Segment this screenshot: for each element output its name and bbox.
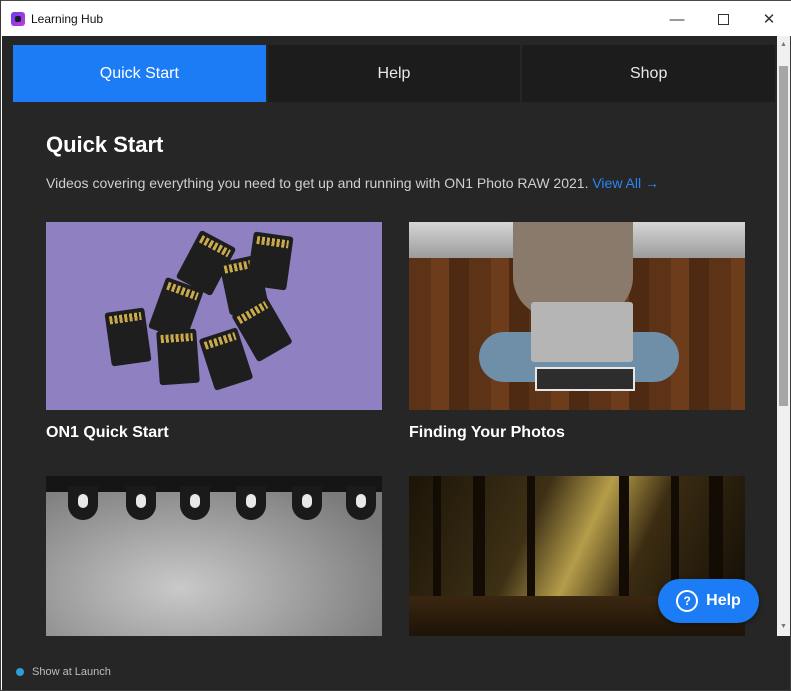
view-all-link[interactable]: View All →: [592, 175, 659, 191]
section-heading: Quick Start: [46, 132, 164, 157]
close-button[interactable]: ✕: [746, 1, 791, 37]
sd-card-shape: [246, 231, 294, 291]
section-subtitle: Videos covering everything you need to g…: [46, 175, 659, 191]
show-at-launch-toggle[interactable]: Show at Launch: [16, 666, 111, 678]
scrollbar-thumb[interactable]: [779, 66, 788, 406]
video-title[interactable]: Finding Your Photos: [409, 424, 745, 442]
learning-hub-window: Learning Hub — ✕ Quick Start Help Shop Q…: [0, 0, 791, 691]
video-title[interactable]: ON1 Quick Start: [46, 424, 382, 442]
drop-shape: [346, 486, 376, 520]
video-thumbnail[interactable]: [46, 476, 382, 636]
help-icon: ?: [676, 590, 699, 612]
tab-quick-start[interactable]: Quick Start: [13, 45, 266, 102]
drop-shape: [292, 486, 322, 520]
footer-bar: Show at Launch: [2, 636, 790, 690]
scroll-down-icon[interactable]: ▼: [777, 620, 790, 634]
tab-shop[interactable]: Shop: [522, 45, 776, 102]
window-controls: — ✕: [654, 1, 791, 37]
video-card[interactable]: [46, 476, 382, 636]
photo-print-shape: [535, 367, 635, 391]
toggle-dot-icon[interactable]: [16, 668, 24, 676]
drop-shape: [126, 486, 156, 520]
minimize-button[interactable]: —: [654, 1, 700, 37]
tab-help[interactable]: Help: [267, 45, 521, 102]
maximize-button[interactable]: [700, 1, 746, 37]
sd-card-shape: [104, 307, 152, 367]
subtitle-text: Videos covering everything you need to g…: [46, 175, 589, 191]
help-button-label: Help: [706, 592, 741, 609]
vertical-scrollbar[interactable]: ▲ ▼: [777, 36, 790, 636]
maximize-icon: [717, 13, 729, 25]
video-thumbnail[interactable]: [409, 222, 745, 410]
video-card[interactable]: ON1 Quick Start: [46, 222, 382, 442]
tab-bar: Quick Start Help Shop: [13, 45, 776, 102]
drop-shape: [236, 486, 266, 520]
laptop-shape: [531, 302, 633, 362]
show-at-launch-label: Show at Launch: [32, 666, 111, 678]
video-thumbnail[interactable]: [46, 222, 382, 410]
sd-card-shape: [156, 328, 200, 386]
app-content: Quick Start Help Shop Quick Start Videos…: [2, 36, 790, 690]
app-icon: [11, 11, 25, 26]
drop-shape: [180, 486, 210, 520]
video-card[interactable]: Finding Your Photos: [409, 222, 745, 442]
help-button[interactable]: ? Help: [658, 579, 759, 623]
drop-shape: [68, 486, 98, 520]
scroll-up-icon[interactable]: ▲: [777, 38, 790, 52]
window-title: Learning Hub: [31, 11, 104, 26]
title-bar: Learning Hub — ✕: [1, 0, 791, 36]
